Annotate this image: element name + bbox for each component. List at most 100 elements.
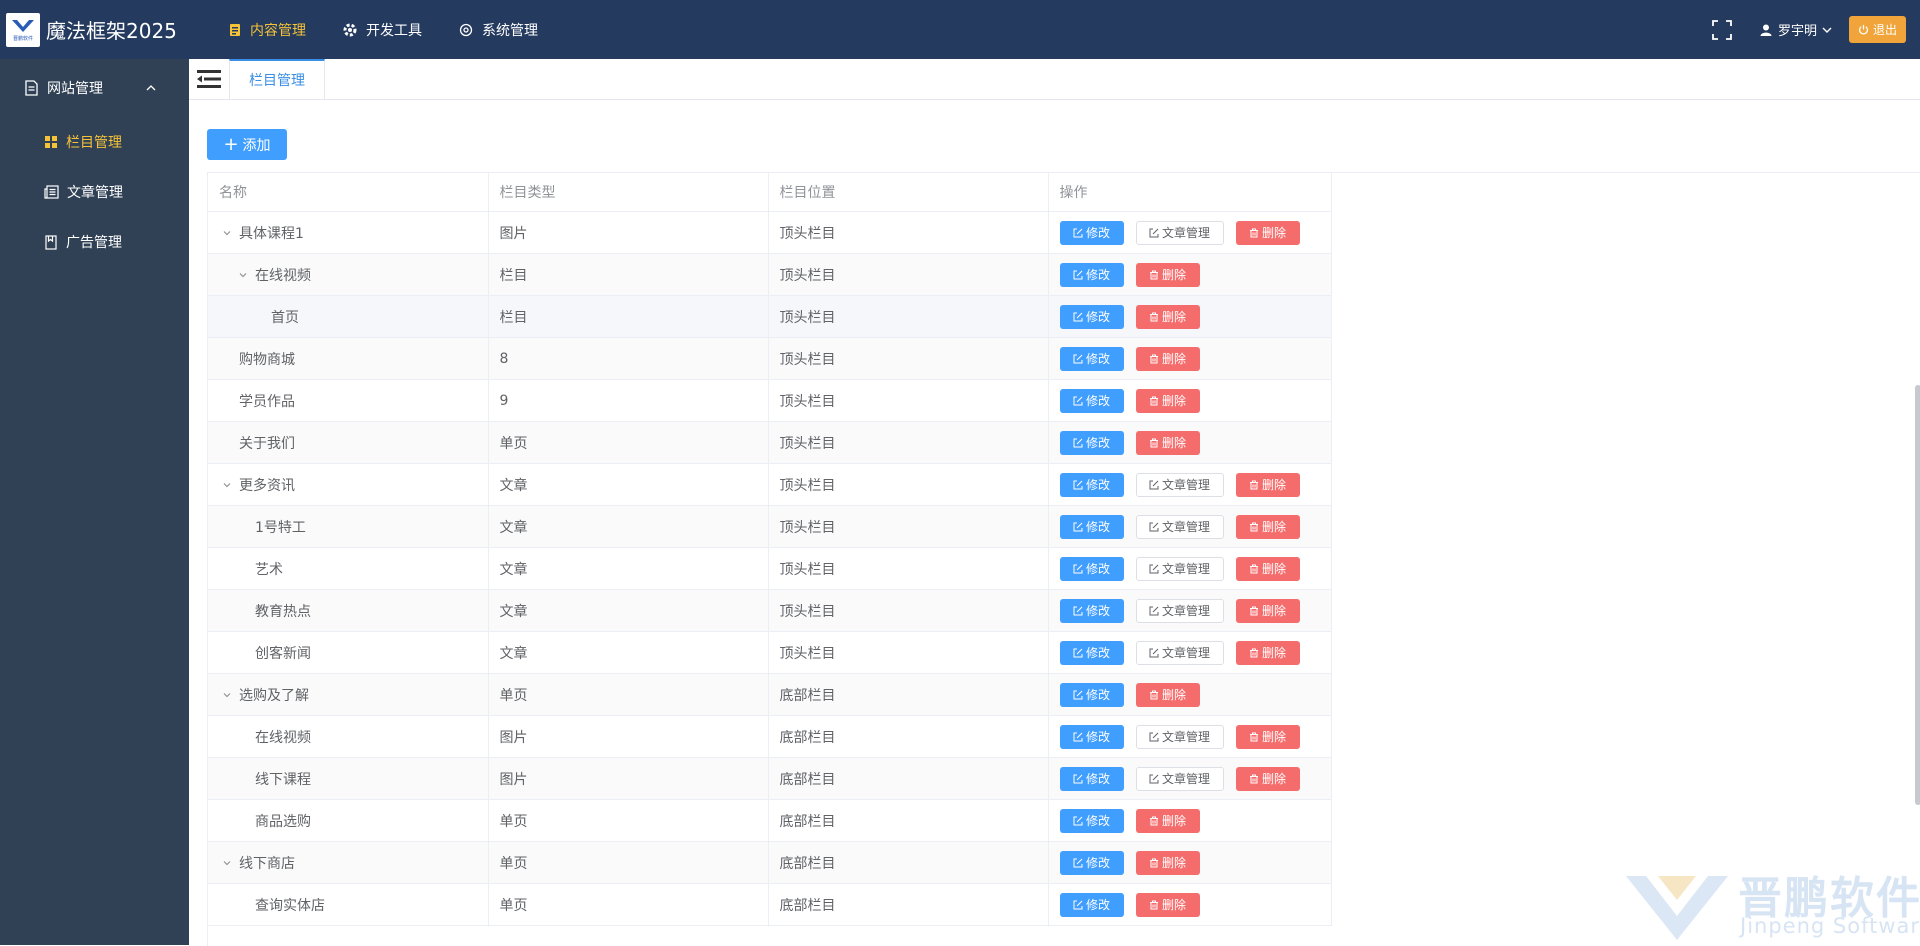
cell-type: 单页 <box>488 673 769 716</box>
edit-icon <box>1073 648 1083 657</box>
row-actions: 修改 删除 <box>1059 892 1320 917</box>
delete-button[interactable]: 删除 <box>1135 430 1200 455</box>
table-row: 购物商城 8 顶头栏目 修改 删除 <box>208 337 1332 380</box>
row-actions: 修改 文章管理 删除 <box>1059 514 1320 539</box>
article-management-button[interactable]: 文章管理 <box>1135 220 1224 245</box>
plus-icon: + <box>223 133 239 155</box>
edit-button[interactable]: 修改 <box>1059 430 1124 455</box>
edit-button[interactable]: 修改 <box>1059 514 1124 539</box>
edit-button[interactable]: 修改 <box>1059 262 1124 287</box>
delete-button[interactable]: 删除 <box>1235 766 1300 791</box>
article-management-button[interactable]: 文章管理 <box>1135 766 1224 791</box>
topnav-content-management[interactable]: 内容管理 <box>210 0 324 59</box>
tab-column-management[interactable]: 栏目管理 <box>229 59 325 99</box>
expand-chevron-icon[interactable] <box>219 858 235 868</box>
edit-button[interactable]: 修改 <box>1059 304 1124 329</box>
edit-icon <box>1149 480 1159 489</box>
sidebar-item-article-management[interactable]: 文章管理 <box>0 167 189 217</box>
edit-button[interactable]: 修改 <box>1059 388 1124 413</box>
menu-toggle-icon[interactable] <box>197 69 221 93</box>
edit-button[interactable]: 修改 <box>1059 682 1124 707</box>
edit-button[interactable]: 修改 <box>1059 556 1124 581</box>
sidebar-item-ad-management[interactable]: 广告管理 <box>0 217 189 267</box>
sidebar-item-label: 栏目管理 <box>66 135 122 151</box>
cell-actions: 修改 文章管理 删除 <box>1048 757 1332 800</box>
edit-button[interactable]: 修改 <box>1059 808 1124 833</box>
delete-button[interactable]: 删除 <box>1135 892 1200 917</box>
expand-chevron-icon[interactable] <box>219 480 235 490</box>
sidebar-group-website[interactable]: 网站管理 <box>0 59 189 117</box>
delete-button[interactable]: 删除 <box>1135 346 1200 371</box>
trash-icon <box>1249 480 1258 489</box>
delete-button[interactable]: 删除 <box>1235 472 1300 497</box>
delete-button[interactable]: 删除 <box>1135 808 1200 833</box>
edit-button[interactable]: 修改 <box>1059 598 1124 623</box>
delete-button-label: 删除 <box>1261 604 1286 618</box>
delete-button[interactable]: 删除 <box>1235 220 1300 245</box>
user-menu[interactable]: 罗宇明 <box>1760 20 1839 39</box>
cell-actions: 修改 删除 <box>1048 799 1332 842</box>
top-nav: 内容管理 开发工具 系统管理 <box>210 0 556 59</box>
cell-actions: 修改 删除 <box>1048 841 1332 884</box>
edit-button[interactable]: 修改 <box>1059 892 1124 917</box>
topnav-system-management[interactable]: 系统管理 <box>440 0 556 59</box>
delete-button[interactable]: 删除 <box>1135 850 1200 875</box>
article-management-button[interactable]: 文章管理 <box>1135 472 1224 497</box>
column-name: 在线视频 <box>255 267 311 284</box>
article-management-button[interactable]: 文章管理 <box>1135 640 1224 665</box>
table-row: 线下商店 单页 底部栏目 修改 删除 <box>208 841 1332 884</box>
delete-button[interactable]: 删除 <box>1135 262 1200 287</box>
edit-button[interactable]: 修改 <box>1059 724 1124 749</box>
sidebar-item-column-management[interactable]: 栏目管理 <box>0 117 189 167</box>
delete-button-label: 删除 <box>1261 478 1286 492</box>
table-row: 在线视频 图片 底部栏目 修改 文章管理 删除 <box>208 715 1332 758</box>
name-wrapper: 关于我们 <box>219 433 477 453</box>
trash-icon <box>1149 690 1158 699</box>
edit-icon <box>1149 522 1159 531</box>
chevron-up-icon <box>146 85 156 91</box>
add-button[interactable]: + 添加 <box>207 129 287 160</box>
cell-name: 选购及了解 <box>208 673 489 716</box>
cell-type: 栏目 <box>488 253 769 296</box>
column-header-position: 栏目位置 <box>768 173 1049 212</box>
article-management-button[interactable]: 文章管理 <box>1135 556 1224 581</box>
column-name: 创客新闻 <box>255 645 311 662</box>
edit-button[interactable]: 修改 <box>1059 346 1124 371</box>
column-name: 在线视频 <box>255 729 311 746</box>
delete-button[interactable]: 删除 <box>1235 724 1300 749</box>
edit-icon <box>1073 480 1083 489</box>
brand[interactable]: 晋鹏软件 魔法框架2025 <box>0 0 188 59</box>
edit-button[interactable]: 修改 <box>1059 766 1124 791</box>
article-management-button[interactable]: 文章管理 <box>1135 598 1224 623</box>
topnav-label: 内容管理 <box>250 22 306 39</box>
article-management-button[interactable]: 文章管理 <box>1135 724 1224 749</box>
cell-name: 线下课程 <box>208 757 489 800</box>
delete-button-label: 删除 <box>1161 688 1186 702</box>
article-management-button[interactable]: 文章管理 <box>1135 514 1224 539</box>
delete-button[interactable]: 删除 <box>1235 514 1300 539</box>
delete-button[interactable]: 删除 <box>1135 388 1200 413</box>
article-button-label: 文章管理 <box>1161 562 1210 576</box>
table-row: 1号特工 文章 顶头栏目 修改 文章管理 删除 <box>208 505 1332 548</box>
edit-icon <box>1073 438 1083 447</box>
cell-position: 顶头栏目 <box>768 505 1049 548</box>
delete-button[interactable]: 删除 <box>1235 640 1300 665</box>
fullscreen-icon[interactable] <box>1712 19 1732 40</box>
topnav-dev-tools[interactable]: 开发工具 <box>324 0 440 59</box>
delete-button[interactable]: 删除 <box>1135 304 1200 329</box>
cell-position: 顶头栏目 <box>768 421 1049 464</box>
logout-button[interactable]: 退出 <box>1848 16 1906 43</box>
edit-button[interactable]: 修改 <box>1059 220 1124 245</box>
cell-actions: 修改 删除 <box>1048 421 1332 464</box>
scrollbar[interactable] <box>1915 385 1920 805</box>
expand-chevron-icon[interactable] <box>235 270 251 280</box>
column-name: 线下商店 <box>239 855 295 872</box>
edit-button[interactable]: 修改 <box>1059 640 1124 665</box>
delete-button[interactable]: 删除 <box>1135 682 1200 707</box>
delete-button[interactable]: 删除 <box>1235 556 1300 581</box>
edit-button[interactable]: 修改 <box>1059 472 1124 497</box>
expand-chevron-icon[interactable] <box>219 690 235 700</box>
expand-chevron-icon[interactable] <box>219 228 235 238</box>
delete-button[interactable]: 删除 <box>1235 598 1300 623</box>
edit-button[interactable]: 修改 <box>1059 850 1124 875</box>
